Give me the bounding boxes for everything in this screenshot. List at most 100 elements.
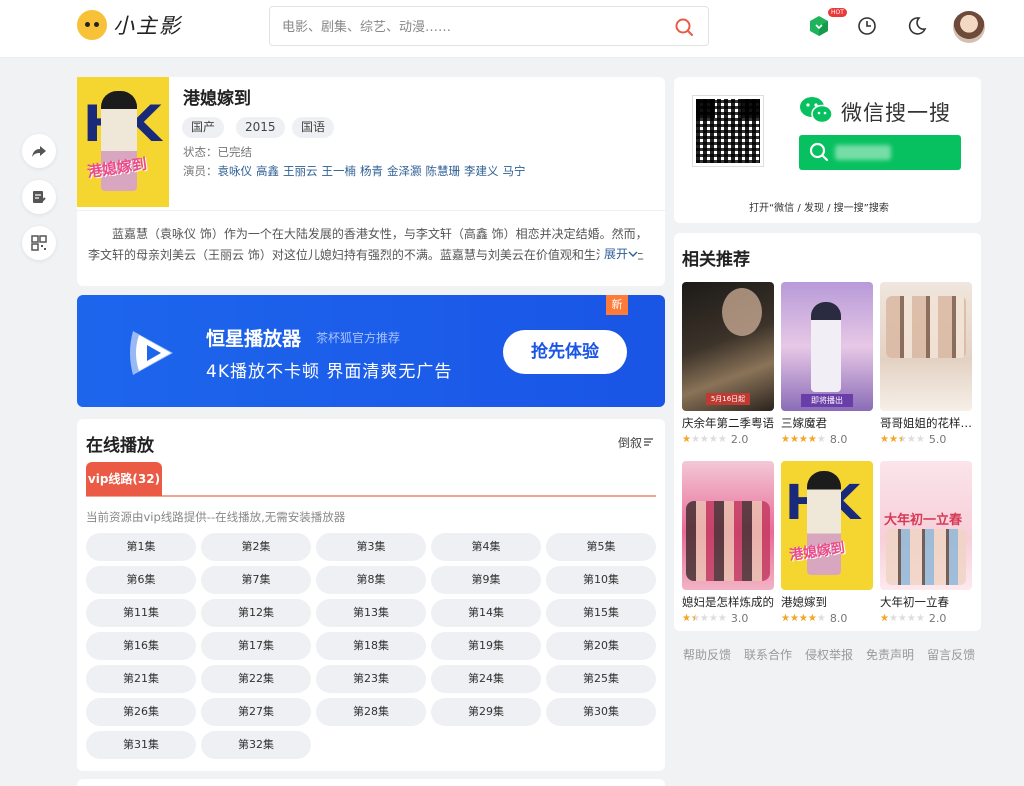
user-avatar[interactable] — [953, 11, 985, 43]
episode-button[interactable]: 第9集 — [431, 566, 541, 594]
episode-button[interactable]: 第11集 — [86, 599, 196, 627]
footer-link-feedback[interactable]: 留言反馈 — [927, 646, 975, 663]
player-ad-banner[interactable]: 恒星播放器 茶杯狐官方推荐 4K播放不卡顿 界面清爽无广告 抢先体验 新 — [77, 295, 665, 407]
episode-button[interactable]: 第3集 — [316, 533, 426, 561]
poster-title-text: 港媳嫁到 — [86, 154, 149, 182]
actor-link[interactable]: 李建义 — [464, 164, 499, 178]
recommend-item[interactable]: 5月16日起 庆余年第二季粤语 ★★★★★★★★★★2.0 — [682, 282, 774, 446]
actor-link[interactable]: 高鑫 — [256, 164, 279, 178]
recommend-item[interactable]: HK 港媳嫁到 港媳嫁到 ★★★★★★★★★★8.0 — [781, 461, 873, 625]
recommend-item[interactable]: 大年初一立春 大年初一立春 ★★★★★★★★★★2.0 — [880, 461, 972, 625]
dark-mode-moon-icon[interactable] — [905, 14, 929, 38]
rating-value: 3.0 — [730, 612, 749, 625]
recommend-title: 庆余年第二季粤语 — [682, 416, 774, 430]
tag-language[interactable]: 国语 — [292, 117, 335, 138]
history-clock-icon[interactable] — [855, 14, 879, 38]
site-logo[interactable]: 小主影 — [77, 10, 182, 40]
episode-button[interactable]: 第30集 — [546, 698, 656, 726]
share-button[interactable] — [22, 134, 56, 168]
episode-button[interactable]: 第4集 — [431, 533, 541, 561]
star-rating: ★★★★★★★★★★ — [781, 433, 826, 445]
episode-button[interactable]: 第28集 — [316, 698, 426, 726]
episode-button[interactable]: 第18集 — [316, 632, 426, 660]
recommend-title: 港媳嫁到 — [781, 595, 827, 609]
actor-link[interactable]: 杨青 — [360, 164, 383, 178]
play-logo-icon — [130, 331, 173, 375]
episode-button[interactable]: 第31集 — [86, 731, 196, 759]
footer-link-report[interactable]: 侵权举报 — [805, 646, 853, 663]
rating-value: 2.0 — [730, 433, 749, 446]
episode-button[interactable]: 第20集 — [546, 632, 656, 660]
episode-button[interactable]: 第16集 — [86, 632, 196, 660]
top-header: 小主影 HOT — [0, 0, 1024, 58]
episode-button[interactable]: 第23集 — [316, 665, 426, 693]
try-now-button[interactable]: 抢先体验 — [503, 330, 627, 374]
recommend-rating: ★★★★★★★★★★8.0 — [781, 433, 873, 446]
notes-button[interactable] — [22, 180, 56, 214]
recommend-title: 三嫁魔君 — [781, 416, 827, 430]
episode-button[interactable]: 第7集 — [201, 566, 311, 594]
movie-description: 蓝嘉慧（袁咏仪 饰）作为一个在大陆发展的香港女性，与李文轩（高鑫 饰）相恋并决定… — [88, 227, 648, 262]
actor-link[interactable]: 马宁 — [503, 164, 526, 178]
recommend-rating: ★★★★★★★★★★3.0 — [682, 612, 774, 625]
sort-toggle[interactable]: 倒叙 — [618, 434, 654, 451]
wechat-search-bar[interactable] — [799, 135, 961, 170]
episode-button[interactable]: 第22集 — [201, 665, 311, 693]
search-input[interactable] — [282, 16, 662, 38]
recommend-poster: 即将播出 — [781, 282, 873, 411]
recommend-item[interactable]: 媳妇是怎样炼成的 ★★★★★★★★★★3.0 — [682, 461, 774, 625]
episode-button[interactable]: 第14集 — [431, 599, 541, 627]
app-cube-icon[interactable] — [807, 14, 831, 38]
movie-title: 港媳嫁到 — [183, 89, 251, 109]
footer-link-contact[interactable]: 联系合作 — [744, 646, 792, 663]
episode-button[interactable]: 第27集 — [201, 698, 311, 726]
episode-button[interactable]: 第5集 — [546, 533, 656, 561]
recommend-title: 媳妇是怎样炼成的 — [682, 595, 774, 609]
episode-button[interactable]: 第13集 — [316, 599, 426, 627]
banner-subtitle: 茶杯狐官方推荐 — [316, 331, 401, 345]
actor-link[interactable]: 袁咏仪 — [218, 164, 253, 178]
episode-button[interactable]: 第21集 — [86, 665, 196, 693]
actor-link[interactable]: 陈慧珊 — [426, 164, 461, 178]
movie-poster[interactable]: HK 港媳嫁到 — [77, 77, 169, 207]
actor-link[interactable]: 王丽云 — [283, 164, 318, 178]
playlist-section-title: 在线播放 — [86, 436, 154, 456]
episode-button[interactable]: 第29集 — [431, 698, 541, 726]
episode-button[interactable]: 第1集 — [86, 533, 196, 561]
movie-actors: 演员：袁咏仪 高鑫 王丽云 王一楠 杨青 金泽灏 陈慧珊 李建义 马宁 — [183, 163, 530, 179]
recommend-item[interactable]: 哥哥姐姐的花样年华 ★★★★★★★★★★5.0 — [880, 282, 972, 446]
episode-button[interactable]: 第6集 — [86, 566, 196, 594]
episode-button[interactable]: 第12集 — [201, 599, 311, 627]
recommend-rating: ★★★★★★★★★★2.0 — [880, 612, 972, 625]
footer-link-disclaimer[interactable]: 免责声明 — [866, 646, 914, 663]
search-icon[interactable] — [674, 17, 694, 37]
tab-vip-line[interactable]: vip线路(32) — [86, 462, 162, 496]
rating-value: 5.0 — [928, 433, 947, 446]
episode-button[interactable]: 第8集 — [316, 566, 426, 594]
next-card — [77, 779, 665, 786]
tag-region[interactable]: 国产 — [182, 117, 225, 138]
episode-button[interactable]: 第17集 — [201, 632, 311, 660]
episode-button[interactable]: 第2集 — [201, 533, 311, 561]
search-icon — [809, 142, 829, 162]
episode-button[interactable]: 第15集 — [546, 599, 656, 627]
wechat-icon — [800, 97, 833, 124]
episode-button[interactable]: 第32集 — [201, 731, 311, 759]
qrcode-button[interactable] — [22, 226, 56, 260]
episode-button[interactable]: 第26集 — [86, 698, 196, 726]
wechat-title: 微信搜一搜 — [841, 101, 951, 125]
actors-label: 演员： — [183, 164, 218, 178]
expand-description-button[interactable]: 展开 — [600, 245, 639, 262]
footer-link-help[interactable]: 帮助反馈 — [683, 646, 731, 663]
episode-button[interactable]: 第25集 — [546, 665, 656, 693]
episode-button[interactable]: 第19集 — [431, 632, 541, 660]
actor-link[interactable]: 王一楠 — [322, 164, 357, 178]
recommend-item[interactable]: 即将播出 三嫁魔君 ★★★★★★★★★★8.0 — [781, 282, 873, 446]
actor-link[interactable]: 金泽灏 — [387, 164, 422, 178]
episode-button[interactable]: 第10集 — [546, 566, 656, 594]
recommend-rating: ★★★★★★★★★★5.0 — [880, 433, 972, 446]
tag-year[interactable]: 2015 — [236, 117, 285, 138]
star-rating: ★★★★★★★★★★ — [682, 612, 727, 624]
recommend-rating: ★★★★★★★★★★2.0 — [682, 433, 774, 446]
episode-button[interactable]: 第24集 — [431, 665, 541, 693]
